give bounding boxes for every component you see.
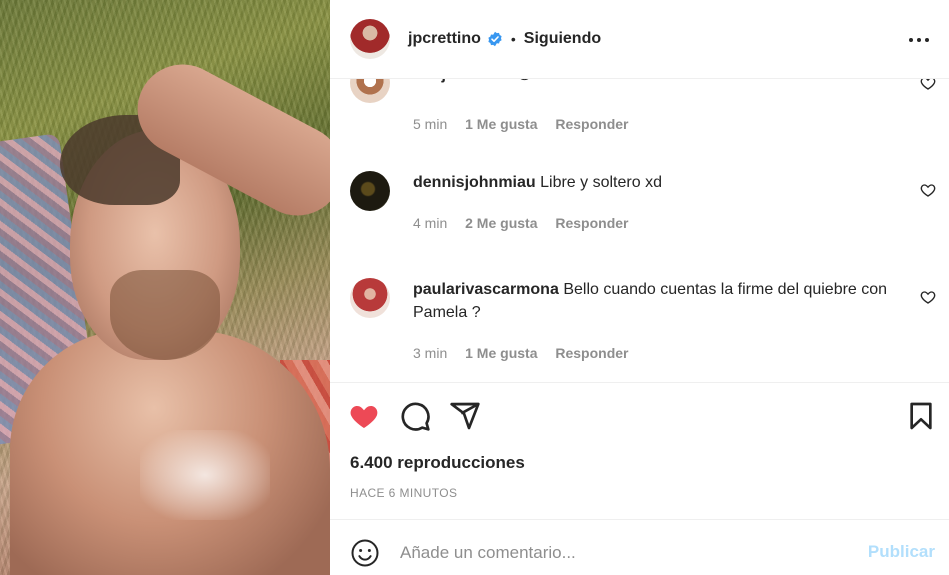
comment-meta: 3 min 1 Me gusta Responder [413, 345, 643, 361]
beard [110, 270, 220, 360]
author-avatar[interactable] [350, 19, 390, 59]
commenter-avatar[interactable] [350, 278, 390, 318]
comment-time: 3 min [413, 345, 448, 361]
view-count[interactable]: 6.400 reproducciones [350, 453, 525, 473]
author-username[interactable]: jpcrettino [408, 30, 481, 48]
comment-emoji: 😉 [516, 79, 533, 83]
comment-meta: 4 min 2 Me gusta Responder [413, 215, 643, 231]
comment-text: benjaberenia 😉 [413, 79, 913, 86]
add-comment-bar: Publicar [330, 519, 949, 575]
comment-input[interactable] [400, 538, 820, 568]
post-timestamp: HACE 6 MINUTOS [350, 486, 458, 500]
bookmark-icon[interactable] [905, 400, 937, 432]
comment-text: dennisjohnmiau Libre y soltero xd [413, 171, 913, 194]
comment-like-heart-icon[interactable] [920, 182, 936, 198]
sunscreen [140, 430, 270, 520]
comment-time: 4 min [413, 215, 448, 231]
comment-like-heart-icon[interactable] [920, 79, 936, 91]
publish-button[interactable]: Publicar [868, 542, 935, 562]
more-options-icon[interactable] [907, 30, 931, 50]
comment-time: 5 min [413, 116, 448, 132]
comment-icon[interactable] [399, 400, 431, 432]
post-actions: 6.400 reproducciones HACE 6 MINUTOS [330, 382, 949, 519]
comment-body: Libre y soltero xd [540, 174, 662, 191]
reply-button[interactable]: Responder [555, 215, 628, 231]
comment-text: paularivascarmona Bello cuando cuentas l… [413, 278, 913, 324]
commenter-username[interactable]: benjaberenia [413, 79, 512, 83]
heart-icon[interactable] [348, 400, 380, 432]
comment-like-heart-icon[interactable] [920, 289, 936, 305]
emoji-icon[interactable] [350, 538, 380, 568]
comments-list[interactable]: benjaberenia 😉 5 min 1 Me gusta Responde… [330, 79, 949, 382]
commenter-avatar[interactable] [350, 79, 390, 103]
comment-likes[interactable]: 2 Me gusta [465, 215, 537, 231]
post-header: jpcrettino • Siguiendo [330, 0, 949, 79]
comment-likes[interactable]: 1 Me gusta [465, 116, 537, 132]
reply-button[interactable]: Responder [555, 116, 628, 132]
separator-dot: • [510, 31, 516, 47]
commenter-username[interactable]: paularivascarmona [413, 281, 559, 298]
commenter-avatar[interactable] [350, 171, 390, 211]
share-icon[interactable] [449, 400, 481, 432]
comment-meta: 5 min 1 Me gusta Responder [413, 116, 643, 132]
verified-badge-icon [488, 31, 502, 47]
post-panel: jpcrettino • Siguiendo benjaberenia 😉 5 … [330, 0, 949, 575]
commenter-username[interactable]: dennisjohnmiau [413, 174, 536, 191]
follow-button[interactable]: Siguiendo [524, 30, 601, 48]
comment-likes[interactable]: 1 Me gusta [465, 345, 537, 361]
reply-button[interactable]: Responder [555, 345, 628, 361]
post-media[interactable] [0, 0, 330, 575]
